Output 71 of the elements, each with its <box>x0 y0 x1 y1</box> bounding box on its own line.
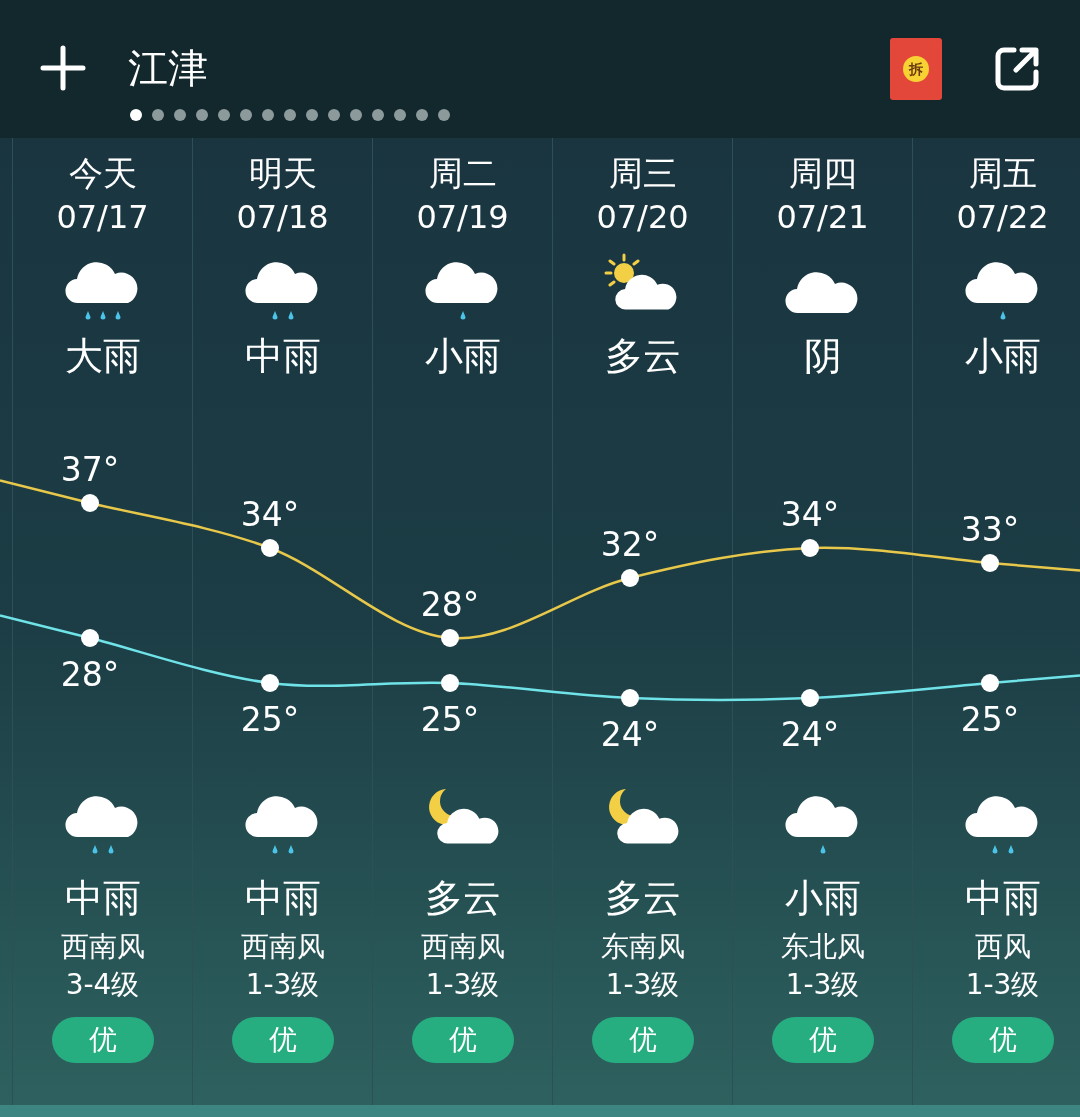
temperature-point <box>261 539 279 557</box>
temperature-point <box>81 494 99 512</box>
day-condition: 中雨 <box>244 333 321 379</box>
share-icon[interactable] <box>994 46 1040 92</box>
envelope-label: 拆 <box>903 56 929 82</box>
temperature-label: 25° <box>420 700 480 739</box>
temperature-label: 25° <box>240 700 300 739</box>
envelope-icon[interactable]: 拆 <box>890 38 942 100</box>
temperature-label: 24° <box>600 715 660 754</box>
city-title: 江津 <box>128 44 208 93</box>
air-quality-badge: 优 <box>951 1017 1054 1063</box>
date-label: 07/21 <box>776 197 869 237</box>
temperature-point <box>621 689 639 707</box>
temperature-point <box>801 689 819 707</box>
wind-level: 1-3级 <box>425 967 500 1003</box>
air-quality-badge: 优 <box>591 1017 694 1063</box>
temperature-point <box>981 674 999 692</box>
night-condition: 中雨 <box>244 875 321 921</box>
wind-level: 1-3级 <box>785 967 860 1003</box>
night-condition: 多云 <box>604 875 681 921</box>
air-quality-badge: 优 <box>411 1017 514 1063</box>
day-label: 周五 <box>968 153 1037 193</box>
night-condition: 多云 <box>424 875 501 921</box>
day-condition: 多云 <box>604 333 681 379</box>
temperature-point <box>441 674 459 692</box>
wind-direction: 西风 <box>974 929 1031 965</box>
wind-level: 1-3级 <box>965 967 1040 1003</box>
wind-direction: 东北风 <box>780 929 865 965</box>
temperature-point <box>801 539 819 557</box>
add-icon[interactable] <box>40 45 86 91</box>
date-label: 07/22 <box>956 197 1049 237</box>
air-quality-badge: 优 <box>51 1017 154 1063</box>
day-label: 明天 <box>248 153 317 193</box>
date-label: 07/19 <box>416 197 509 237</box>
date-label: 07/17 <box>56 197 149 237</box>
day-label: 周三 <box>608 153 677 193</box>
temperature-point <box>81 629 99 647</box>
temperature-label: 28° <box>60 655 120 694</box>
day-condition: 小雨 <box>964 333 1041 379</box>
air-quality-badge: 优 <box>771 1017 874 1063</box>
day-label: 周二 <box>428 153 497 193</box>
temperature-label: 37° <box>60 450 120 489</box>
night-condition: 中雨 <box>64 875 141 921</box>
temperature-label: 25° <box>960 700 1020 739</box>
temperature-label: 32° <box>600 525 660 564</box>
wind-direction: 西南风 <box>240 929 325 965</box>
temperature-label: 24° <box>780 715 840 754</box>
day-label: 今天 <box>68 153 137 193</box>
temperature-point <box>441 629 459 647</box>
night-condition: 中雨 <box>964 875 1041 921</box>
wind-level: 1-3级 <box>605 967 680 1003</box>
air-quality-badge: 优 <box>231 1017 334 1063</box>
wind-level: 1-3级 <box>245 967 320 1003</box>
temperature-label: 34° <box>780 495 840 534</box>
temperature-label: 28° <box>420 585 480 624</box>
date-label: 07/18 <box>236 197 329 237</box>
temperature-point <box>981 554 999 572</box>
temperature-label: 33° <box>960 510 1020 549</box>
temperature-point <box>261 674 279 692</box>
date-label: 07/20 <box>596 197 689 237</box>
night-condition: 小雨 <box>784 875 861 921</box>
wind-direction: 西南风 <box>420 929 505 965</box>
day-condition: 大雨 <box>64 333 141 379</box>
wind-direction: 西南风 <box>60 929 145 965</box>
day-label: 周四 <box>788 153 857 193</box>
day-condition: 阴 <box>803 333 842 379</box>
wind-direction: 东南风 <box>600 929 685 965</box>
day-condition: 小雨 <box>424 333 501 379</box>
wind-level: 3-4级 <box>65 967 140 1003</box>
temperature-label: 34° <box>240 495 300 534</box>
temperature-point <box>621 569 639 587</box>
